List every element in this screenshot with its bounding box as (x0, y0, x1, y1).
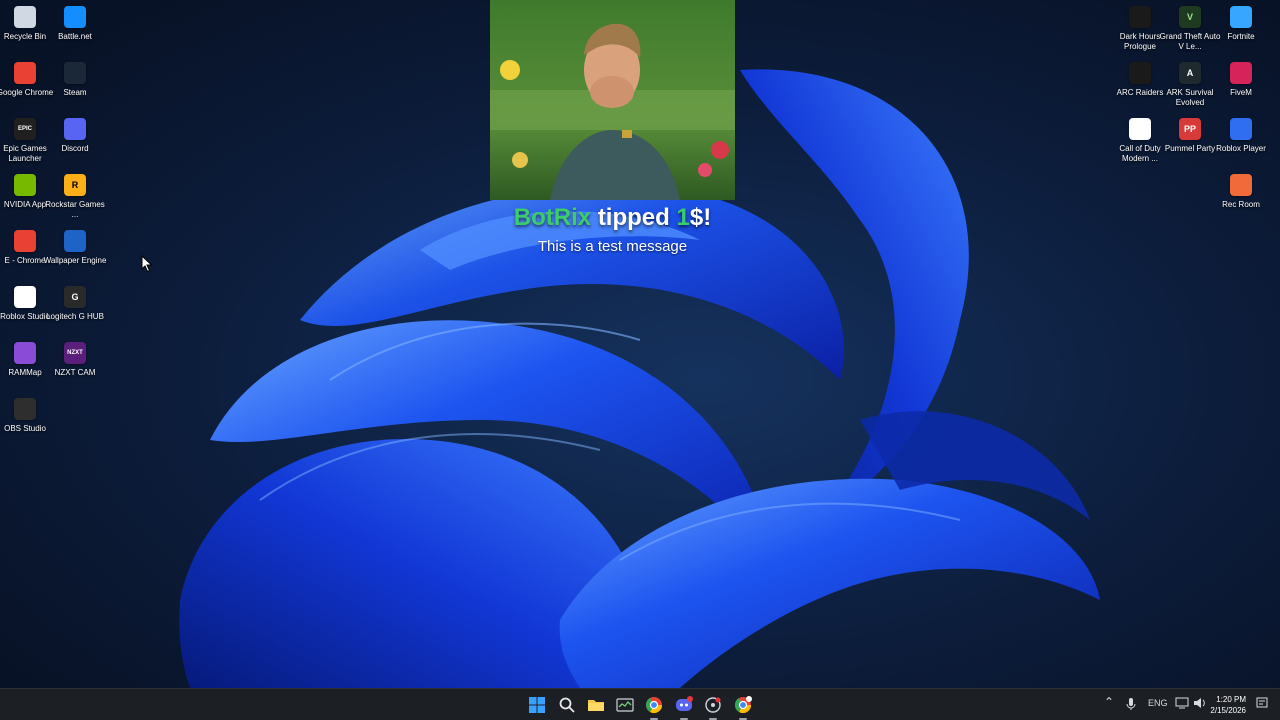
desktop-shortcut[interactable]: Google Chrome (0, 56, 53, 110)
desktop-shortcut[interactable]: RAMMap (0, 336, 50, 390)
alert-image (490, 0, 735, 200)
discord-icon (64, 118, 86, 140)
clock-time: 1:20 PM (1216, 695, 1246, 704)
taskbar-discord-button[interactable] (673, 694, 695, 720)
desktop-shortcut[interactable]: Fortnite (1216, 0, 1266, 54)
desktop-shortcut[interactable]: R Rockstar Games ... (45, 168, 105, 222)
desktop-shortcut[interactable]: V Grand Theft Auto V Le... (1160, 0, 1220, 54)
battlenet-icon (64, 6, 86, 28)
roblox-studio-icon (14, 286, 36, 308)
taskbar-chrome-button[interactable] (643, 694, 665, 720)
desktop-shortcut[interactable]: OBS Studio (0, 392, 50, 446)
logitech-icon: G (64, 286, 86, 308)
discord-icon (676, 696, 693, 711)
alert-action: tipped (597, 204, 670, 231)
arc-raiders-icon (1129, 62, 1151, 84)
desktop-shortcut-label: Battle.net (58, 32, 92, 41)
alert-title: BotRix tipped 1$! (440, 204, 785, 232)
desktop-shortcut[interactable]: Wallpaper Engine (44, 224, 106, 278)
network-icon[interactable] (1175, 697, 1189, 711)
desktop-shortcut-label: FiveM (1230, 88, 1252, 97)
desktop-shortcut-label: Roblox Player (1216, 144, 1266, 153)
desktop-shortcut-label: Rec Room (1222, 200, 1260, 209)
pummel-party-icon: PP (1179, 118, 1201, 140)
dark-hours-icon (1129, 6, 1151, 28)
alert-amount: 1 (676, 204, 690, 231)
wallpaper-engine-icon (64, 230, 86, 252)
nzxt-icon: NZXT (64, 342, 86, 364)
desktop-shortcut-label: Wallpaper Engine (43, 256, 107, 265)
roblox-player-icon (1230, 118, 1252, 140)
desktop-shortcut[interactable]: E - Chrome (0, 224, 50, 278)
task-manager-icon (616, 698, 634, 712)
chrome-profile-icon (734, 696, 752, 714)
chrome-icon (645, 697, 663, 714)
desktop-shortcut[interactable]: EPIC Epic Games Launcher (0, 112, 50, 166)
fortnite-icon (1230, 6, 1252, 28)
clock-date: 2/15/2026 (1210, 706, 1246, 715)
volume-icon[interactable] (1193, 697, 1207, 711)
desktop-shortcut[interactable]: Battle.net (50, 0, 100, 54)
desktop-shortcut[interactable]: NZXT NZXT CAM (50, 336, 100, 390)
clock[interactable]: 1:20 PM 2/15/2026 (1210, 694, 1246, 716)
rammap-icon (14, 342, 36, 364)
desktop-shortcut-label: Rockstar Games ... (45, 200, 105, 219)
notification-icon[interactable] (1256, 697, 1268, 711)
alert-message: This is a test message (537, 238, 688, 255)
microphone-icon[interactable] (1126, 697, 1136, 713)
epic-games-icon: EPIC (14, 118, 36, 140)
davinci-icon (705, 697, 721, 713)
desktop-shortcut-label: NZXT CAM (54, 368, 96, 377)
ark-icon: A (1179, 62, 1201, 84)
desktop-shortcut[interactable]: A ARK Survival Evolved (1165, 56, 1215, 110)
desktop-shortcut-label: Discord (61, 144, 89, 153)
obs-icon (14, 398, 36, 420)
search-button[interactable] (556, 694, 578, 716)
show-hidden-icons-chevron-icon[interactable]: ⌃ (1104, 695, 1114, 709)
alert-username: BotRix (513, 204, 592, 231)
desktop-shortcut[interactable]: PP Pummel Party (1165, 112, 1215, 166)
taskbar-davinci-button[interactable] (702, 694, 724, 720)
file-explorer-icon (588, 700, 604, 711)
desktop-shortcut[interactable]: Discord (50, 112, 100, 166)
desktop-shortcut-label: Fortnite (1227, 32, 1255, 41)
desktop-shortcut[interactable]: Call of Duty Modern ... (1115, 112, 1165, 166)
chrome-icon (14, 230, 36, 252)
desktop-shortcut-label: OBS Studio (4, 424, 46, 433)
chrome-icon (14, 62, 36, 84)
language-indicator[interactable]: ENG (1148, 698, 1168, 708)
taskbar: ⌃ ENG 1:20 PM 2/15/2026 (0, 688, 1280, 720)
desktop-shortcut-label: Logitech G HUB (46, 312, 104, 321)
desktop-shortcut[interactable]: Roblox Studio (0, 280, 50, 334)
steam-icon (64, 62, 86, 84)
desktop-shortcut-label: Steam (63, 88, 87, 97)
desktop-shortcut[interactable]: Rec Room (1216, 168, 1266, 222)
call-of-duty-icon (1129, 118, 1151, 140)
alert-meme-picture (490, 0, 735, 200)
desktop-shortcut[interactable]: Steam (50, 56, 100, 110)
desktop-shortcut[interactable]: FiveM (1216, 56, 1266, 110)
start-button[interactable] (526, 694, 548, 716)
desktop-shortcut[interactable]: Recycle Bin (0, 0, 50, 54)
gta-icon: V (1179, 6, 1201, 28)
taskbar-chrome-profile-button[interactable] (732, 694, 754, 720)
fivem-icon (1230, 62, 1252, 84)
file-explorer-button[interactable] (585, 694, 607, 716)
rec-room-icon (1230, 174, 1252, 196)
rockstar-icon: R (64, 174, 86, 196)
search-icon (559, 697, 575, 713)
alert-currency: $! (689, 204, 712, 231)
nvidia-icon (14, 174, 36, 196)
task-manager-button[interactable] (614, 694, 636, 716)
desktop-shortcut[interactable]: G Logitech G HUB (46, 280, 104, 334)
mouse-cursor-icon (141, 255, 153, 273)
recycle-bin-icon (14, 6, 36, 28)
start-icon (529, 697, 545, 713)
desktop-shortcut[interactable]: Roblox Player (1216, 112, 1266, 166)
